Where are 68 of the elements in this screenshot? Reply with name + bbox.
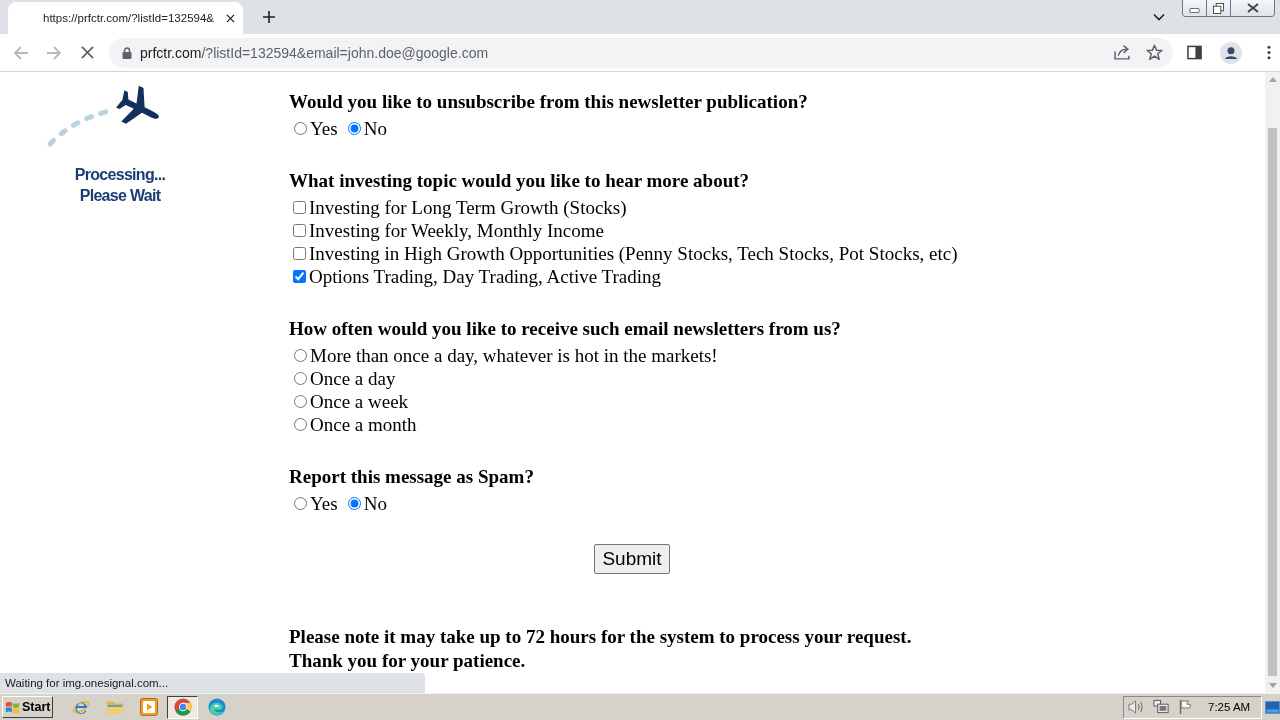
wave-logo-icon bbox=[207, 698, 226, 716]
start-button[interactable]: Start bbox=[2, 696, 53, 718]
option-label[interactable]: Once a month bbox=[310, 413, 417, 436]
scrollbar[interactable] bbox=[1265, 72, 1280, 693]
option-label[interactable]: Investing for Weekly, Monthly Income bbox=[309, 219, 605, 242]
clock-text[interactable]: 7:25 AM bbox=[1208, 701, 1251, 713]
notice-text: Thank you for your patience. bbox=[289, 649, 527, 673]
radio-button[interactable] bbox=[294, 395, 307, 408]
option-label[interactable]: More than once a day, whatever is hot in the markets! bbox=[310, 344, 718, 367]
submit-button[interactable]: Submit bbox=[594, 544, 670, 574]
plus-icon[interactable] bbox=[263, 11, 275, 23]
star-icon[interactable] bbox=[1146, 44, 1163, 61]
taskbar-button[interactable] bbox=[167, 695, 198, 719]
share-icon[interactable] bbox=[1114, 44, 1131, 61]
radio-button[interactable] bbox=[347, 122, 361, 135]
scroll-down-icon[interactable] bbox=[1268, 683, 1277, 688]
option-label[interactable]: No bbox=[363, 117, 387, 140]
close-icon bbox=[1246, 3, 1259, 13]
option-label[interactable]: No bbox=[363, 492, 387, 515]
please-wait-text: Please Wait bbox=[79, 186, 161, 206]
radio-button[interactable] bbox=[294, 418, 307, 431]
question-heading: What investing topic would you like to hear more about? bbox=[289, 169, 751, 192]
radio-button[interactable] bbox=[347, 497, 361, 510]
profile-avatar-icon[interactable] bbox=[1220, 41, 1242, 64]
scrollbar-thumb[interactable] bbox=[1268, 128, 1277, 676]
chevron-down-icon[interactable] bbox=[1153, 13, 1165, 21]
option-label[interactable]: Investing for Long Term Growth (Stocks) bbox=[309, 196, 627, 219]
option-label[interactable]: Investing in High Growth Opportunities (Penny Stocks, Tech Stocks, Pot Stocks, etc) bbox=[309, 242, 958, 265]
radio-button[interactable] bbox=[294, 122, 307, 135]
side-panel-icon[interactable] bbox=[1187, 45, 1202, 60]
restore-icon bbox=[1213, 2, 1224, 14]
option-label[interactable]: Once a week bbox=[310, 390, 409, 413]
question-heading: Report this message as Spam? bbox=[289, 465, 535, 488]
checkbox[interactable] bbox=[293, 201, 306, 214]
stop-icon[interactable] bbox=[81, 46, 94, 59]
browser-tab[interactable]: https://prfctr.com/?listId=132594& bbox=[8, 2, 243, 34]
lock-icon bbox=[122, 46, 132, 59]
checkbox[interactable] bbox=[293, 224, 306, 237]
processing-text: Processing... bbox=[74, 165, 166, 185]
minimize-button[interactable] bbox=[1183, 0, 1207, 16]
question-heading: Would you like to unsubscribe from this newsletter publication? bbox=[289, 90, 809, 113]
round-browser-logo-icon bbox=[173, 698, 192, 716]
e-logo-icon bbox=[71, 698, 90, 716]
close-button[interactable] bbox=[1231, 0, 1274, 16]
radio-button[interactable] bbox=[294, 497, 307, 510]
windows-flag-icon bbox=[5, 699, 20, 715]
show-desktop-icon[interactable] bbox=[1265, 700, 1280, 714]
network-icon[interactable] bbox=[1153, 699, 1170, 715]
minimize-icon bbox=[1189, 7, 1200, 13]
status-bubble: Waiting for img.onesignal.com... bbox=[0, 673, 425, 693]
play-icon bbox=[139, 698, 158, 716]
radio-button[interactable] bbox=[294, 349, 307, 362]
radio-button[interactable] bbox=[294, 372, 307, 385]
speaker-icon[interactable] bbox=[1128, 699, 1145, 715]
scroll-up-icon[interactable] bbox=[1268, 77, 1277, 82]
checkbox[interactable] bbox=[293, 247, 306, 260]
option-label[interactable]: Options Trading, Day Trading, Active Trading bbox=[309, 265, 662, 288]
restore-button[interactable] bbox=[1207, 0, 1231, 16]
option-label[interactable]: Yes bbox=[310, 492, 338, 515]
question-heading: How often would you like to receive such email newsletters from us? bbox=[289, 317, 842, 340]
notice-text: Please note it may take up to 72 hours for the system to process your request. bbox=[289, 625, 913, 649]
menu-icon[interactable] bbox=[1267, 45, 1271, 60]
option-label[interactable]: Yes bbox=[310, 117, 338, 140]
flag-icon[interactable] bbox=[1178, 699, 1195, 715]
option-label[interactable]: Once a day bbox=[310, 367, 396, 390]
close-icon[interactable] bbox=[226, 13, 235, 23]
checkbox[interactable] bbox=[293, 270, 306, 283]
address-bar[interactable]: prfctr.com/?listId=132594&email=john.doe@google.com bbox=[109, 37, 1173, 68]
